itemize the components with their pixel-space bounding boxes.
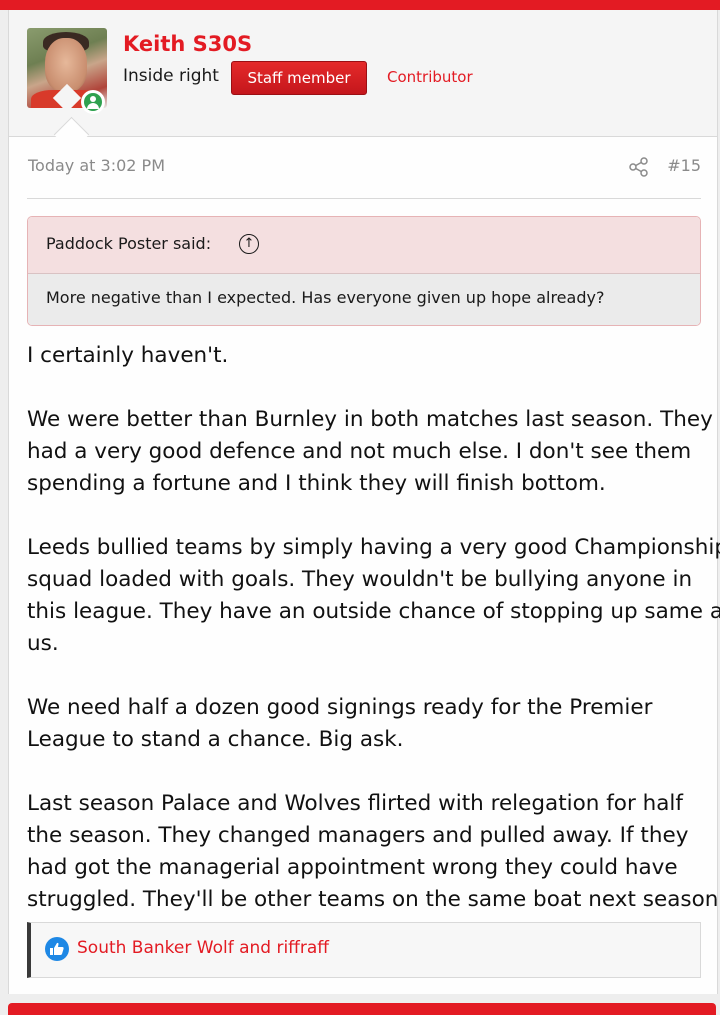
post-text-line: had a very good defence and not much els… <box>27 439 692 464</box>
username-link[interactable]: Keith S30S <box>123 32 252 56</box>
post-body: I certainly haven't. We were better than… <box>27 340 720 948</box>
arrow-up-circle-icon[interactable]: ↑ <box>239 234 259 254</box>
post-meta-row: Today at 3:02 PM #15 <box>27 154 701 199</box>
post-text-line: struggled. They'll be other teams on the… <box>27 887 720 912</box>
post-date-link[interactable]: Today at 3:02 PM <box>28 156 165 175</box>
post-text-line: I certainly haven't. <box>27 343 229 368</box>
post-text-line: the season. They changed managers and pu… <box>27 823 689 848</box>
post-text-line: spending a fortune and I think they will… <box>27 471 606 496</box>
post-text-line: this league. They have an outside chance… <box>27 599 720 624</box>
quote-header: Paddock Poster said: ↑ <box>28 217 700 274</box>
post-text-line: us. <box>27 631 59 656</box>
top-accent-bar <box>0 0 720 10</box>
post-paragraph: We were better than Burnley in both matc… <box>27 404 717 500</box>
next-post-accent-bar <box>8 1003 716 1015</box>
post-text-line: We were better than Burnley in both matc… <box>27 407 713 432</box>
user-title: Inside right <box>123 66 219 86</box>
post-paragraph: Leeds bullied teams by simply having a v… <box>27 532 720 660</box>
post-text-line: squad loaded with goals. They wouldn't b… <box>27 567 693 592</box>
post-text-line: Leeds bullied teams by simply having a v… <box>27 535 720 560</box>
post-paragraph: Last season Palace and Wolves flirted wi… <box>27 788 720 916</box>
reaction-users-link[interactable]: South Banker Wolf and riffraff <box>77 938 329 958</box>
thumbs-up-icon <box>45 937 69 961</box>
post-text-line: League to stand a chance. Big ask. <box>27 727 404 752</box>
share-icon[interactable] <box>628 156 650 178</box>
user-header: Keith S30S Inside right Staff member Con… <box>9 10 717 137</box>
post-paragraph: I certainly haven't. <box>27 340 717 372</box>
contributor-banner: Contributor <box>387 68 473 86</box>
user-online-icon <box>81 90 105 114</box>
quote-text: More negative than I expected. Has every… <box>46 288 605 307</box>
quote-body: More negative than I expected. Has every… <box>28 274 700 325</box>
reactions-bar: South Banker Wolf and riffraff <box>27 922 701 978</box>
staff-member-badge: Staff member <box>231 61 367 95</box>
post-number-link[interactable]: #15 <box>667 156 701 175</box>
post-text-line: We need half a dozen good signings ready… <box>27 695 653 720</box>
post-card: Keith S30S Inside right Staff member Con… <box>8 10 720 994</box>
quote-block: Paddock Poster said: ↑ More negative tha… <box>27 216 701 326</box>
post-paragraph: We need half a dozen good signings ready… <box>27 692 717 756</box>
post-text-line: Last season Palace and Wolves flirted wi… <box>27 791 683 816</box>
post-text-line: had got the managerial appointment wrong… <box>27 855 678 880</box>
quote-author-link[interactable]: Paddock Poster said: <box>46 234 211 253</box>
